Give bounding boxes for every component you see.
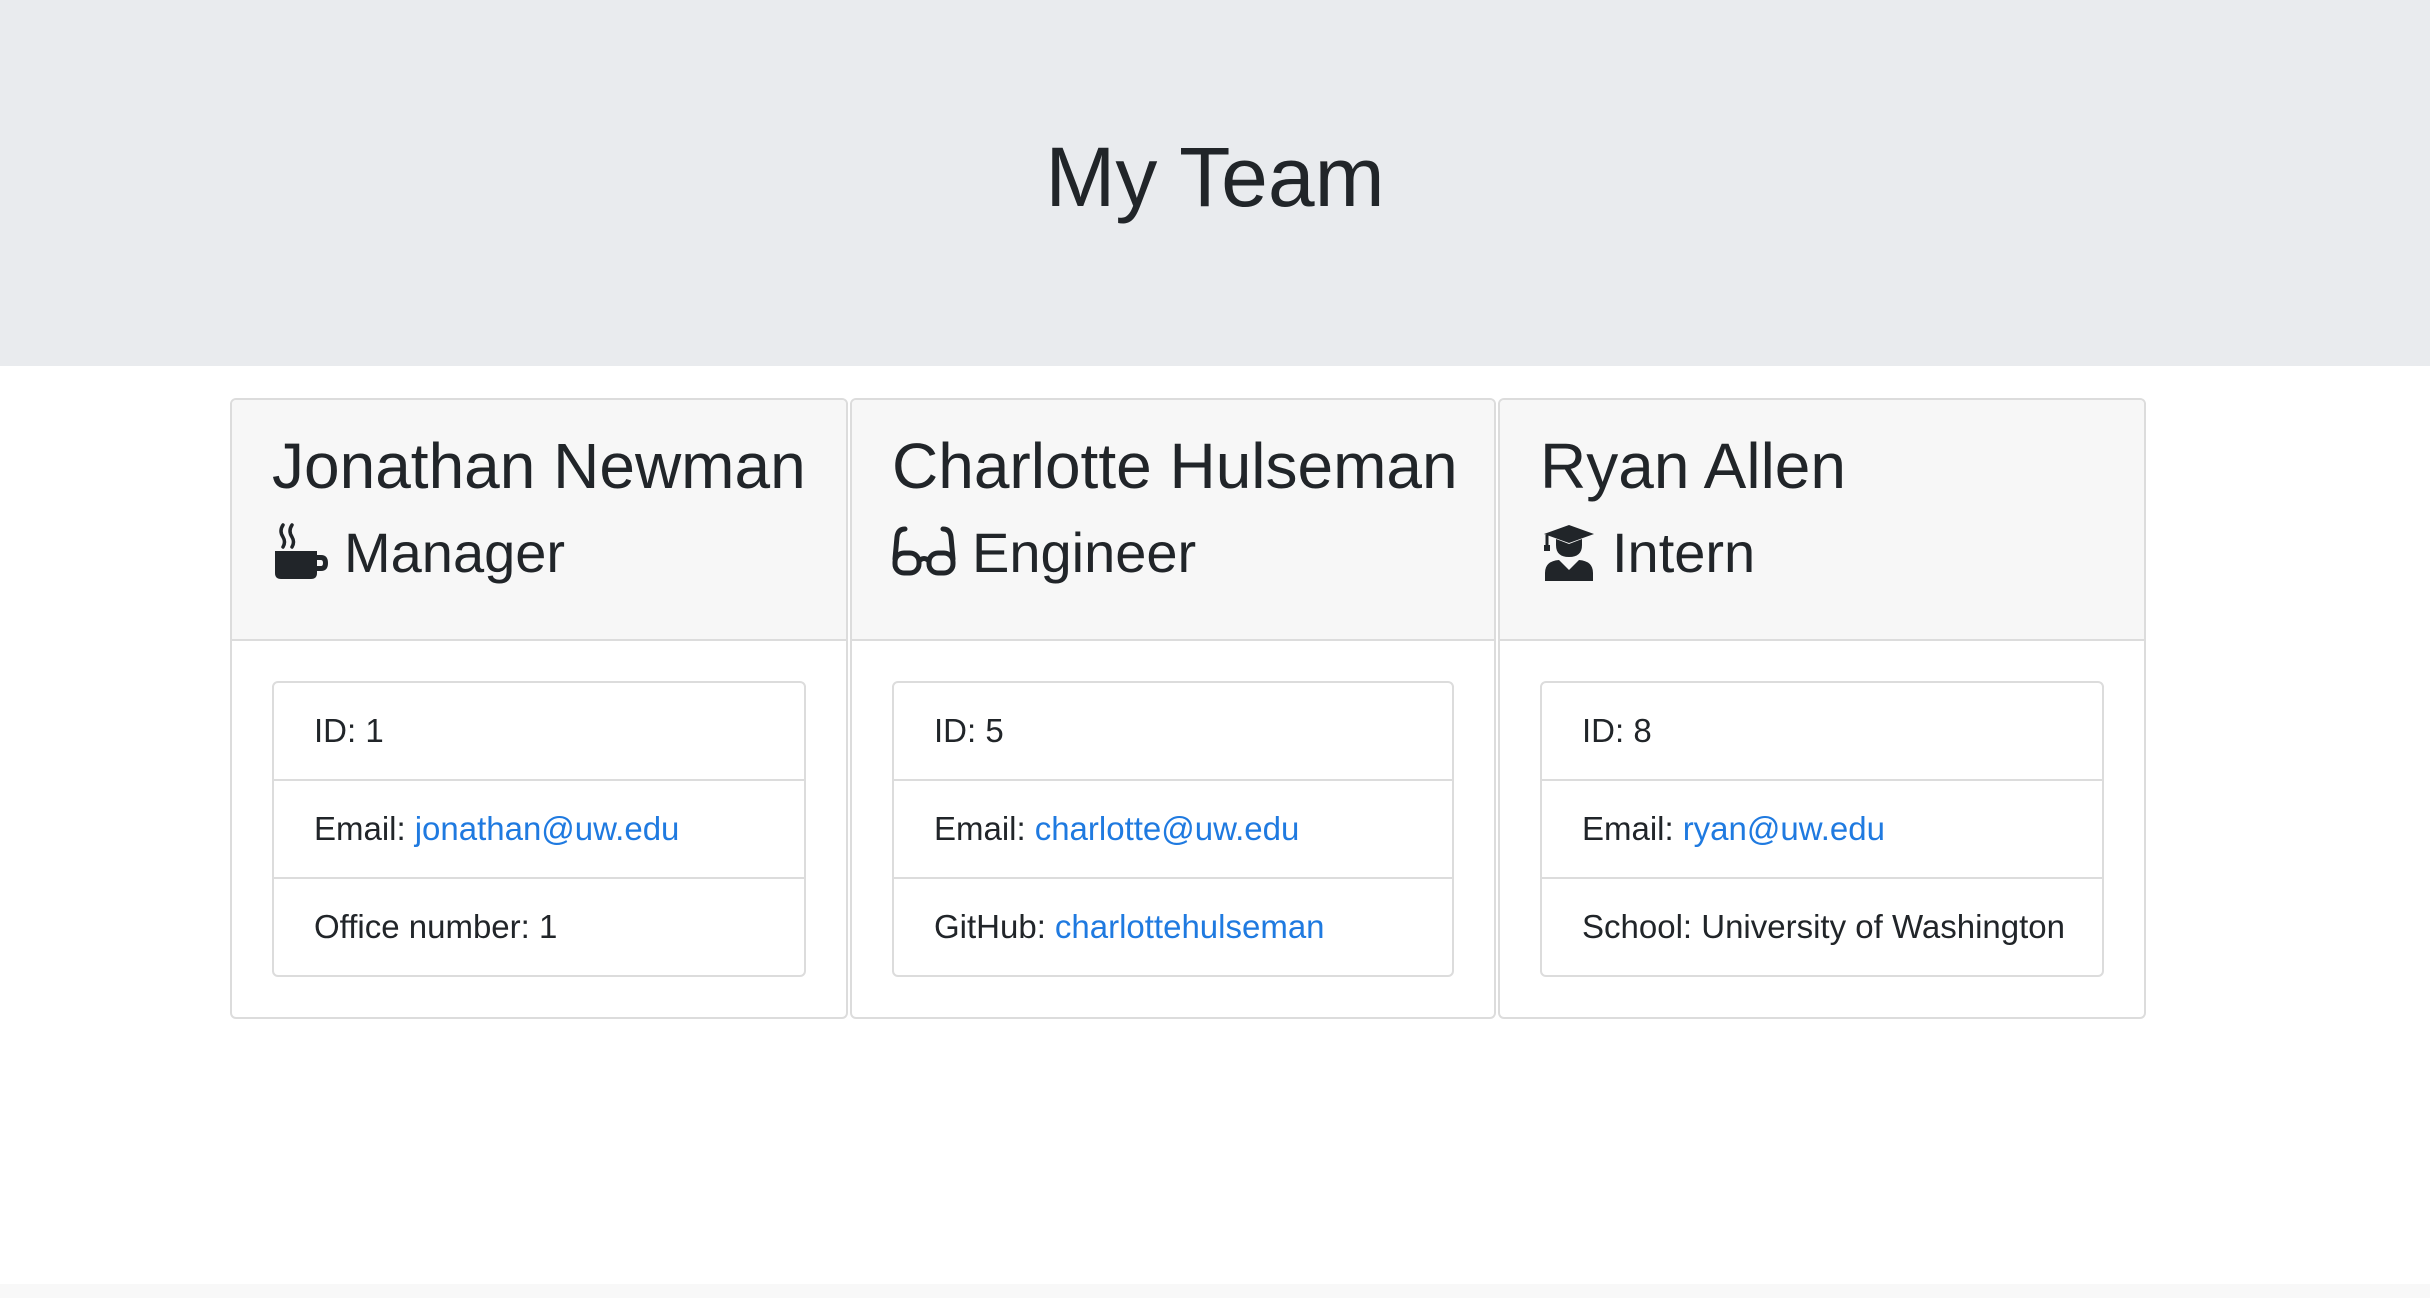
employee-role: Engineer	[892, 520, 1454, 584]
school-text: School: University of Washington	[1582, 908, 2065, 945]
school-item: School: University of Washington	[1542, 879, 2102, 975]
card-header: Ryan Allen Intern	[1500, 400, 2144, 641]
email-link[interactable]: ryan@uw.edu	[1683, 810, 1885, 848]
page-header: My Team	[0, 0, 2430, 366]
employee-card-manager: Jonathan Newman Manager ID: 1 Email: jon…	[230, 398, 848, 1019]
employee-card-intern: Ryan Allen Intern ID: 8 Email: ryan@uw.e…	[1498, 398, 2146, 1019]
info-list: ID: 5 Email: charlotte@uw.edu GitHub: ch…	[892, 681, 1454, 977]
email-link[interactable]: charlotte@uw.edu	[1035, 810, 1300, 848]
email-item: Email: jonathan@uw.edu	[274, 781, 804, 879]
email-link[interactable]: jonathan@uw.edu	[415, 810, 680, 848]
employee-name: Jonathan Newman	[272, 430, 806, 502]
info-list: ID: 8 Email: ryan@uw.edu School: Univers…	[1540, 681, 2104, 977]
coffee-icon	[272, 523, 330, 581]
page-bottom-strip	[0, 1284, 2430, 1298]
id-item: ID: 8	[1542, 683, 2102, 781]
email-label: Email:	[314, 810, 406, 847]
role-label: Manager	[344, 520, 566, 584]
employee-card-engineer: Charlotte Hulseman Engineer ID: 5 Email:…	[850, 398, 1496, 1019]
email-item: Email: charlotte@uw.edu	[894, 781, 1452, 879]
card-header: Charlotte Hulseman Engineer	[852, 400, 1494, 641]
glasses-icon	[892, 523, 956, 581]
office-number-item: Office number: 1	[274, 879, 804, 975]
team-cards: Jonathan Newman Manager ID: 1 Email: jon…	[230, 398, 2148, 1019]
card-body: ID: 5 Email: charlotte@uw.edu GitHub: ch…	[852, 641, 1494, 1017]
id-item: ID: 1	[274, 683, 804, 781]
id-text: ID: 1	[314, 712, 384, 749]
email-label: Email:	[934, 810, 1026, 847]
employee-name: Charlotte Hulseman	[892, 430, 1458, 502]
employee-name: Ryan Allen	[1540, 430, 1846, 502]
office-number-text: Office number: 1	[314, 908, 558, 945]
github-item: GitHub: charlottehulseman	[894, 879, 1452, 975]
role-label: Intern	[1612, 520, 1756, 584]
role-label: Engineer	[972, 520, 1197, 584]
email-label: Email:	[1582, 810, 1674, 847]
id-item: ID: 5	[894, 683, 1452, 781]
github-label: GitHub:	[934, 908, 1046, 945]
employee-role: Intern	[1540, 520, 2104, 584]
card-header: Jonathan Newman Manager	[232, 400, 846, 641]
id-text: ID: 5	[934, 712, 1004, 749]
graduate-icon	[1540, 523, 1598, 581]
id-text: ID: 8	[1582, 712, 1652, 749]
github-link[interactable]: charlottehulseman	[1055, 908, 1325, 946]
card-body: ID: 1 Email: jonathan@uw.edu Office numb…	[232, 641, 846, 1017]
page-title: My Team	[1045, 129, 1385, 224]
email-item: Email: ryan@uw.edu	[1542, 781, 2102, 879]
employee-role: Manager	[272, 520, 806, 584]
card-body: ID: 8 Email: ryan@uw.edu School: Univers…	[1500, 641, 2144, 1017]
info-list: ID: 1 Email: jonathan@uw.edu Office numb…	[272, 681, 806, 977]
